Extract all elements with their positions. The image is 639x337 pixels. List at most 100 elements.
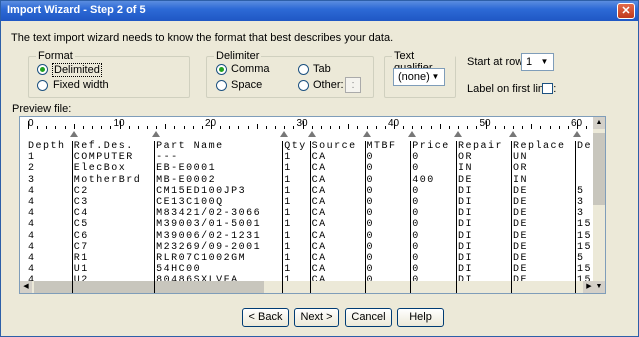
ruler-tick [439,124,441,129]
preview-cell: Depth [28,141,66,152]
preview-cell: 1 [284,197,292,208]
preview-cell: DI [458,197,474,208]
preview-cell: De [577,141,593,152]
delimiter-space-radio[interactable] [216,80,227,91]
preview-cell: 4 [28,208,36,220]
preview-cell: 0 [412,230,420,242]
preview-cell: CE13C100Q [156,197,224,208]
column-break-marker[interactable] [307,131,316,137]
delimiter-tab-label[interactable]: Tab [313,63,331,75]
horizontal-scroll-thumb[interactable] [34,281,264,293]
chevron-down-icon[interactable]: ▼ [428,70,443,84]
column-break-marker[interactable] [69,131,78,137]
preview-cell: DE [512,253,528,264]
ruler-tick [229,126,231,129]
column-ruler[interactable]: 0 10 20 30 40 50 60 [20,117,597,137]
delimiter-comma-radio[interactable] [216,64,227,75]
column-break-marker[interactable] [408,131,417,137]
preview-cell: 1 [284,219,292,231]
preview-cell: 15 [577,219,593,231]
ruler-tick [146,126,148,129]
preview-cell: CM15ED100JP3 [156,185,247,197]
preview-cell: DI [458,219,474,231]
preview-cell: 0 [366,197,375,208]
preview-row: 4 C6 M39006/02-1231 1 CA 0 0 DI DE 15 [20,230,591,242]
ruler-tick [448,126,450,129]
next-button[interactable]: Next > [294,308,339,327]
preview-cell: DE [512,185,528,197]
preview-cell: DE [512,208,528,220]
horizontal-scrollbar[interactable]: ◀ ▶ [20,281,595,293]
format-fixed-width-label[interactable]: Fixed width [53,79,109,91]
title-bar[interactable]: Import Wizard - Step 2 of 5 ✕ [1,1,638,21]
preview-cell: 400 [412,174,435,186]
preview-cell: Part Name [156,141,224,152]
preview-cell: 1 [284,163,292,175]
scroll-up-icon[interactable]: ▲ [593,117,605,129]
delimiter-label: Delimiter [214,50,262,62]
preview-cell: 0 [412,208,420,220]
preview-cell: 4 [28,253,36,264]
scroll-right-icon[interactable]: ▶ [583,281,595,293]
preview-cell: 3 [577,208,585,220]
ruler-tick [458,126,460,129]
delimiter-comma-label[interactable]: Comma [231,63,270,75]
delimiter-other-radio[interactable] [298,80,309,91]
cancel-button[interactable]: Cancel [345,308,392,327]
preview-cell: 4 [28,219,36,231]
preview-row: Depth Ref.Des. Part Name Qty Source MTBF Price… [20,141,593,152]
delimiter-tab-radio[interactable] [298,64,309,75]
format-delimited-radio[interactable] [37,64,48,75]
ruler-tick [275,126,277,129]
preview-cell: 1 [284,174,292,186]
ruler-tick [46,126,48,129]
column-break-marker[interactable] [280,131,289,137]
column-break-marker[interactable] [508,131,517,137]
column-break-marker[interactable] [362,131,371,137]
format-delimited-label[interactable]: Delimited [52,63,102,77]
vertical-scroll-thumb[interactable] [593,133,605,205]
import-wizard-dialog: Import Wizard - Step 2 of 5 ✕ The text i… [0,0,639,337]
ruler-tick [494,126,496,129]
preview-cell: 1 [28,152,36,164]
ruler-tick [165,124,167,129]
column-break-marker[interactable] [454,131,463,137]
column-break-marker[interactable] [573,131,581,137]
preview-cell: CA [311,253,327,264]
start-at-row-value: 1 [526,56,533,68]
preview-cell: 1 [284,152,292,164]
preview-cell: 1 [284,185,292,197]
preview-pane[interactable]: 0 10 20 30 40 50 60 Depth Ref.Des. Part Name Qty S… [19,116,606,294]
ruler-tick [311,126,313,129]
help-button[interactable]: Help [397,308,444,327]
chevron-down-icon[interactable]: ▼ [537,55,552,69]
preview-cell: DE [512,264,528,276]
delimiter-space-label[interactable]: Space [231,79,262,91]
delimiter-other-label[interactable]: Other: [313,79,344,91]
column-break-marker[interactable] [152,131,161,137]
preview-cell: Replace [512,141,566,152]
preview-cell: CA [311,163,327,175]
ruler-tick [101,126,103,129]
label-first-line-checkbox[interactable] [542,83,553,94]
preview-cell: RLR07C1002GM [156,253,247,264]
ruler-tick [201,126,203,129]
back-button[interactable]: < Back [242,308,289,327]
preview-cell: OR [458,152,474,164]
format-fixed-width-radio[interactable] [37,80,48,91]
close-icon[interactable]: ✕ [617,3,635,19]
preview-cell: 5 [577,185,585,197]
ruler-tick [512,126,514,129]
scroll-left-icon[interactable]: ◀ [20,281,32,293]
preview-cell: 0 [366,152,375,164]
delimiter-other-input[interactable]: : [345,77,361,93]
text-qualifier-select[interactable]: (none) ▼ [393,68,445,86]
ruler-tick [558,126,560,129]
start-at-row-select[interactable]: 1 ▼ [521,53,554,71]
preview-cell: DI [458,264,474,276]
preview-cell: C4 [73,208,89,220]
preview-cell: DE [458,174,474,186]
preview-row: 4 C4 M83421/02-3066 1 CA 0 0 DI DE 3 [20,208,590,219]
preview-cell: R1 [73,253,89,264]
vertical-scrollbar[interactable]: ▲ ▼ [593,117,605,293]
